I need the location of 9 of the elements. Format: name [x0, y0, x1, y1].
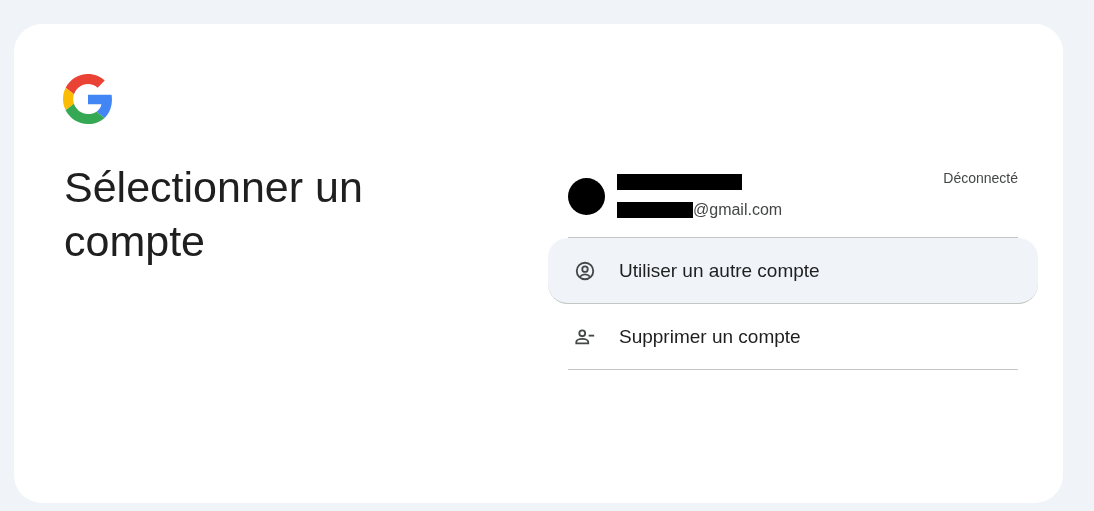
page-title: Sélectionner un compte: [64, 162, 364, 267]
account-row[interactable]: @gmail.com Déconnecté: [568, 170, 1018, 238]
avatar: [568, 178, 605, 215]
account-action[interactable]: Supprimer un compte: [568, 304, 1018, 370]
account-status: Déconnecté: [943, 170, 1018, 186]
google-logo-icon: [63, 74, 113, 124]
account-email: @gmail.com: [693, 201, 783, 219]
account-action[interactable]: Utiliser un autre compte: [548, 238, 1038, 304]
user-circle-icon: [574, 259, 596, 282]
